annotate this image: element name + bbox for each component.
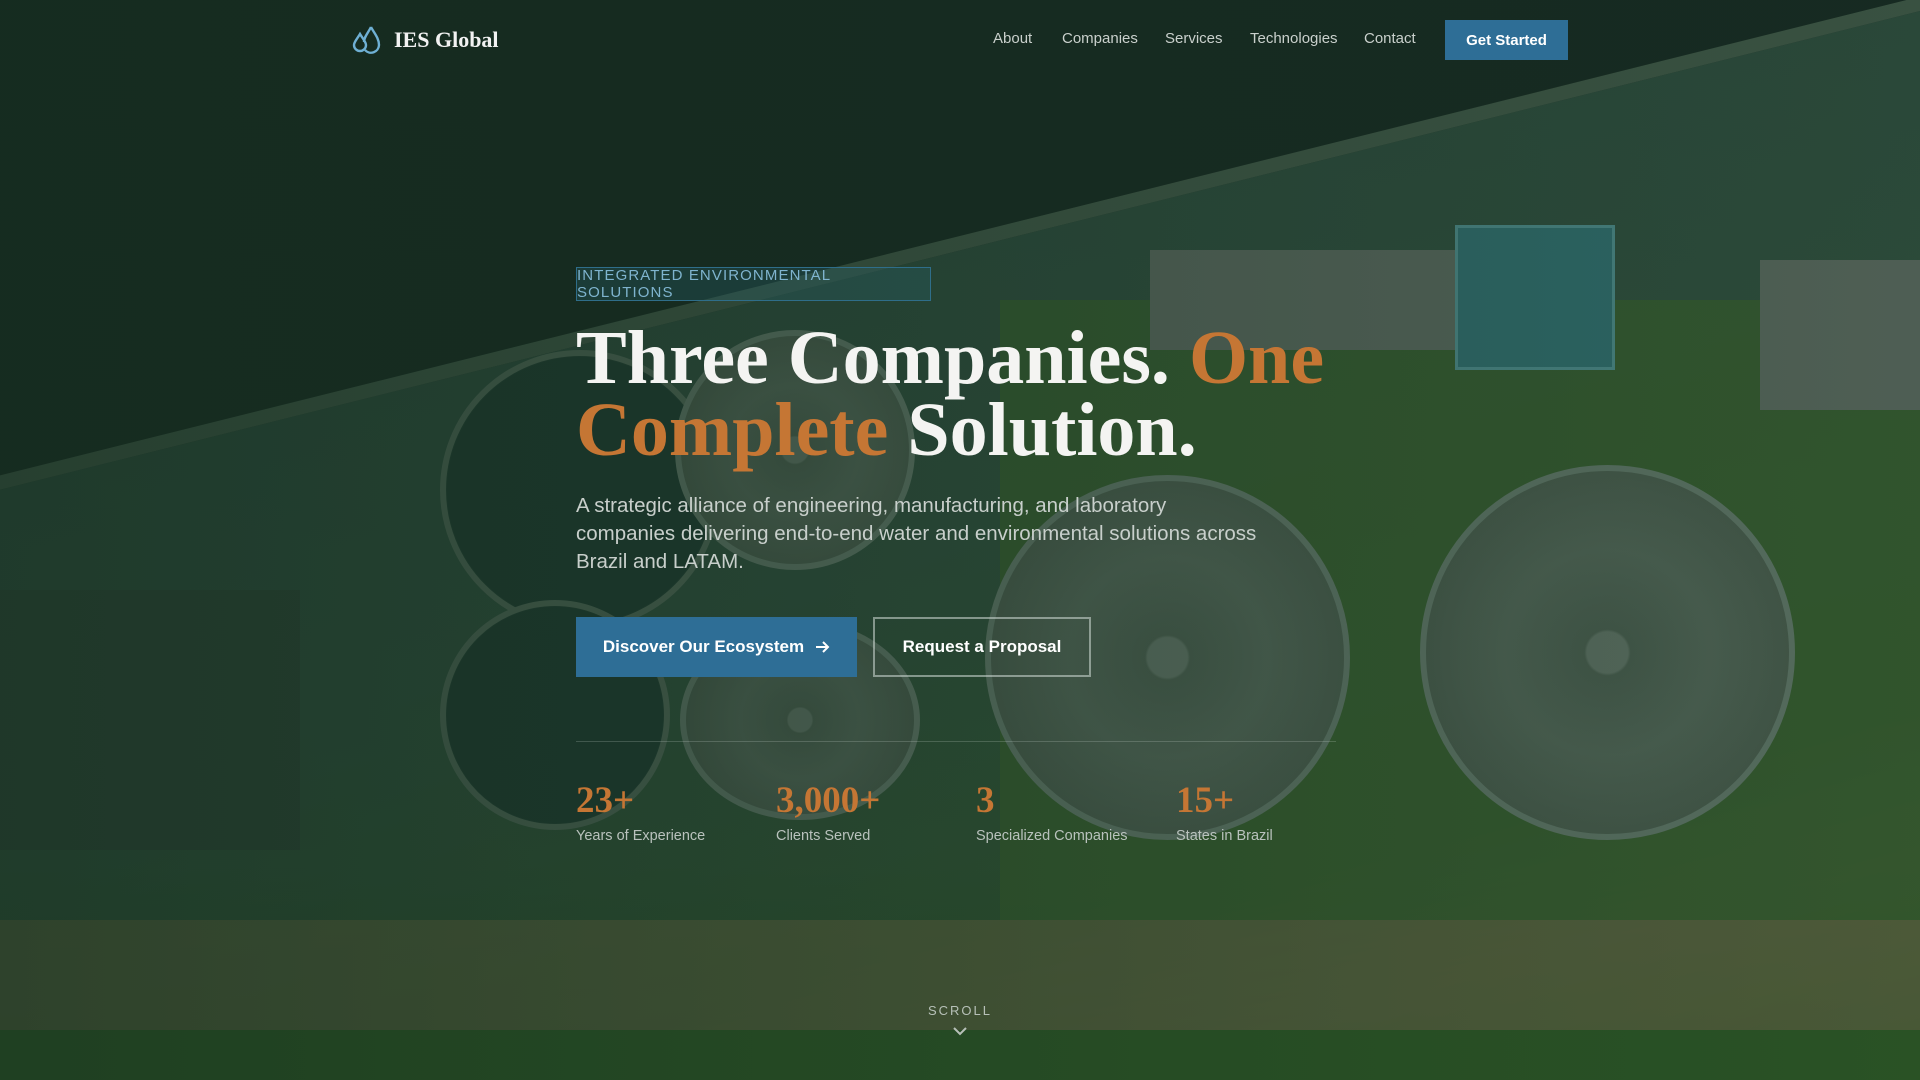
scroll-indicator[interactable]: SCROLL bbox=[900, 1003, 1020, 1018]
stat-value: 3,000+ bbox=[776, 780, 881, 821]
brand-logo[interactable]: IES Global bbox=[352, 24, 499, 56]
stat-label: States in Brazil bbox=[1176, 828, 1273, 844]
arrow-right-icon bbox=[816, 641, 830, 653]
stat-label: Years of Experience bbox=[576, 828, 706, 844]
stat-label: Specialized Companies bbox=[976, 828, 1128, 844]
stat-value: 15+ bbox=[1176, 780, 1235, 821]
stat-clients: 3,000+ Clients Served bbox=[776, 780, 880, 844]
discover-ecosystem-button[interactable]: Discover Our Ecosystem bbox=[576, 617, 857, 677]
stat-companies: 3 Specialized Companies bbox=[976, 780, 1128, 844]
stat-states: 15+ States in Brazil bbox=[1176, 780, 1273, 844]
button-label: Discover Our Ecosystem bbox=[602, 637, 805, 656]
hero-title: Three Companies. One Complete Solution. bbox=[576, 320, 1336, 468]
brand-name: IES Global bbox=[394, 27, 499, 52]
nav-link-contact[interactable]: Contact bbox=[1364, 30, 1416, 47]
divider bbox=[576, 741, 1336, 742]
nav-link-about[interactable]: About bbox=[993, 30, 1032, 47]
title-part: Solution. bbox=[888, 388, 1197, 472]
nav-link-technologies[interactable]: Technologies bbox=[1250, 30, 1338, 47]
nav-link-companies[interactable]: Companies bbox=[1062, 30, 1138, 47]
stat-value: 23+ bbox=[576, 780, 635, 821]
hero-description: A strategic alliance of engineering, man… bbox=[576, 494, 1257, 573]
nav-link-services[interactable]: Services bbox=[1165, 30, 1223, 47]
stat-value: 3 bbox=[976, 780, 995, 821]
stat-years: 23+ Years of Experience bbox=[576, 780, 705, 844]
chevron-down-icon[interactable] bbox=[952, 1025, 968, 1037]
water-drops-icon bbox=[352, 26, 381, 54]
hero-badge: INTEGRATED ENVIRONMENTAL SOLUTIONS bbox=[576, 267, 931, 301]
top-navigation: IES Global About Companies Services Tech… bbox=[0, 0, 1920, 80]
request-proposal-button[interactable]: Request a Proposal bbox=[873, 617, 1091, 677]
get-started-button[interactable]: Get Started bbox=[1445, 20, 1568, 60]
stat-label: Clients Served bbox=[776, 828, 871, 844]
